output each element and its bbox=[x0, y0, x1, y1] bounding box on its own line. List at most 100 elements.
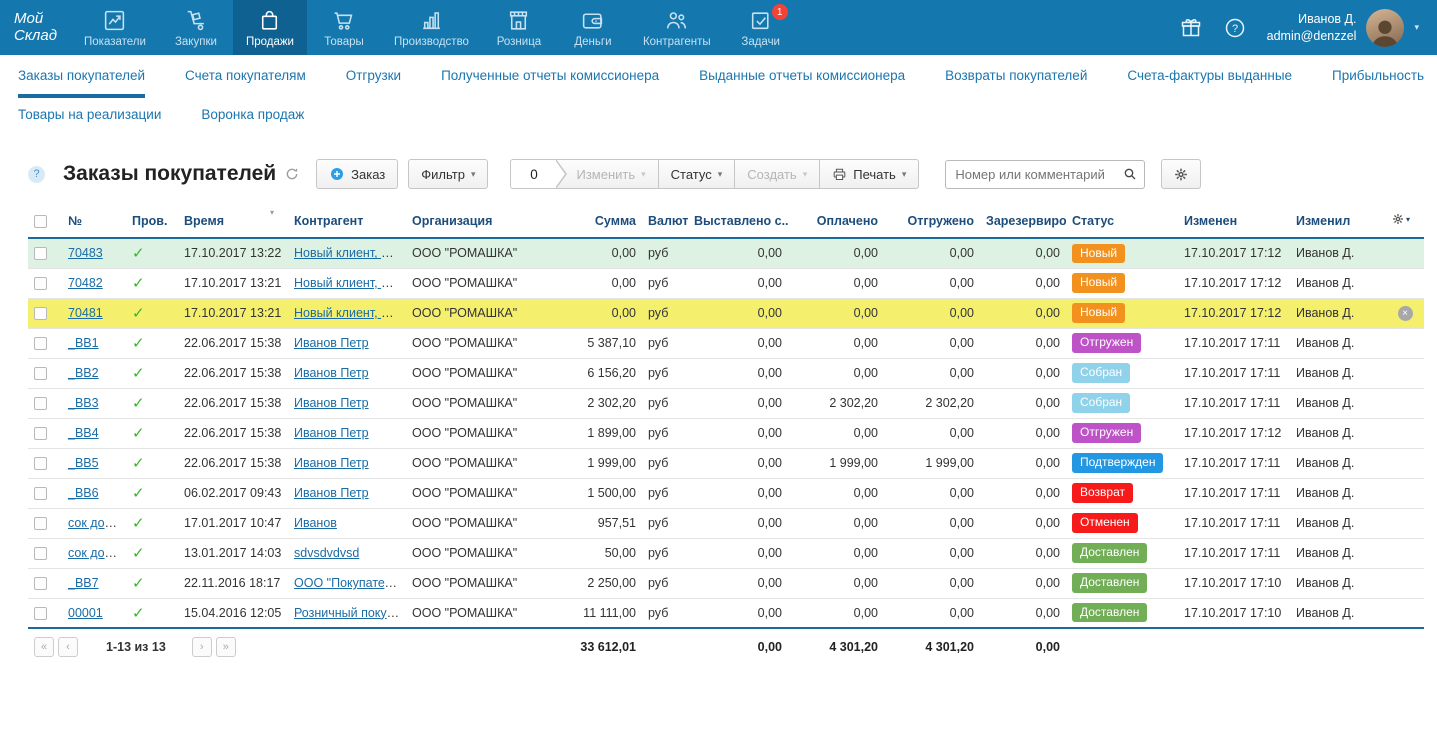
status-badge[interactable]: Отгружен bbox=[1072, 423, 1141, 442]
status-badge[interactable]: Возврат bbox=[1072, 483, 1133, 502]
user-menu[interactable]: Иванов Д. admin@denzzel ▾ bbox=[1267, 9, 1419, 47]
col-paid[interactable]: Оплачено bbox=[788, 207, 884, 238]
nav-item[interactable]: Товары bbox=[307, 0, 381, 55]
counterparty-link[interactable]: Иванов Петр bbox=[294, 396, 369, 410]
status-badge[interactable]: Новый bbox=[1072, 244, 1125, 263]
edit-button[interactable]: Изменить▾ bbox=[555, 159, 658, 189]
print-button[interactable]: Печать▾ bbox=[819, 159, 919, 189]
counterparty-link[interactable]: Новый клиент, источ... bbox=[294, 246, 406, 260]
row-checkbox[interactable] bbox=[34, 517, 47, 530]
col-reserved[interactable]: Зарезервиро... bbox=[980, 207, 1066, 238]
status-badge[interactable]: Отменен bbox=[1072, 513, 1138, 532]
table-row[interactable]: сок добр... ✓ 13.01.2017 14:03 sdvsdvdvs… bbox=[28, 538, 1424, 568]
row-checkbox[interactable] bbox=[34, 607, 47, 620]
avatar[interactable] bbox=[1366, 9, 1404, 47]
nav-item[interactable]: Продажи bbox=[233, 0, 307, 55]
order-number-link[interactable]: 70483 bbox=[68, 246, 103, 260]
page-help-icon[interactable]: ? bbox=[28, 166, 45, 183]
tab[interactable]: Возвраты покупателей bbox=[945, 59, 1087, 98]
counterparty-link[interactable]: Иванов Петр bbox=[294, 456, 369, 470]
status-badge[interactable]: Подтвержден bbox=[1072, 453, 1163, 472]
table-row[interactable]: _ВВ7 ✓ 22.11.2016 18:17 ООО "Покупатель"… bbox=[28, 568, 1424, 598]
table-row[interactable]: 70482 ✓ 17.10.2017 13:21 Новый клиент, и… bbox=[28, 268, 1424, 298]
order-number-link[interactable]: 70482 bbox=[68, 276, 103, 290]
nav-item[interactable]: Производство bbox=[381, 0, 482, 55]
order-number-link[interactable]: _ВВ3 bbox=[68, 396, 99, 410]
tab[interactable]: Выданные отчеты комиссионера bbox=[699, 59, 905, 98]
table-row[interactable]: сок добр... ✓ 17.01.2017 10:47 Иванов ОО… bbox=[28, 508, 1424, 538]
tab[interactable]: Заказы покупателей bbox=[18, 59, 145, 98]
row-checkbox[interactable] bbox=[34, 427, 47, 440]
order-number-link[interactable]: сок добр... bbox=[68, 516, 126, 530]
row-checkbox[interactable] bbox=[34, 547, 47, 560]
col-sum[interactable]: Сумма bbox=[552, 207, 642, 238]
select-all-checkbox[interactable] bbox=[34, 215, 47, 228]
status-badge[interactable]: Доставлен bbox=[1072, 543, 1147, 562]
col-shipped[interactable]: Отгружено bbox=[884, 207, 980, 238]
row-checkbox[interactable] bbox=[34, 247, 47, 260]
status-badge[interactable]: Собран bbox=[1072, 393, 1130, 412]
nav-item[interactable]: Задачи 1 bbox=[724, 0, 798, 55]
search-input[interactable] bbox=[945, 160, 1145, 189]
col-organization[interactable]: Организация bbox=[406, 207, 552, 238]
counterparty-link[interactable]: Иванов bbox=[294, 516, 337, 530]
col-currency[interactable]: Валюта bbox=[642, 207, 688, 238]
nav-item[interactable]: Закупки bbox=[159, 0, 233, 55]
tab[interactable]: Полученные отчеты комиссионера bbox=[441, 59, 659, 98]
nav-item[interactable]: Контрагенты bbox=[630, 0, 724, 55]
order-number-link[interactable]: _ВВ4 bbox=[68, 426, 99, 440]
refresh-icon[interactable] bbox=[284, 166, 300, 182]
table-row[interactable]: _ВВ6 ✓ 06.02.2017 09:43 Иванов Петр ООО … bbox=[28, 478, 1424, 508]
counterparty-link[interactable]: Розничный покупате... bbox=[294, 606, 406, 620]
col-changed[interactable]: Изменен bbox=[1178, 207, 1290, 238]
col-settings[interactable]: ▾ bbox=[1386, 207, 1424, 238]
tab[interactable]: Воронка продаж bbox=[201, 98, 304, 137]
tab[interactable]: Счета-фактуры выданные bbox=[1127, 59, 1292, 98]
table-row[interactable]: _ВВ2 ✓ 22.06.2017 15:38 Иванов Петр ООО … bbox=[28, 358, 1424, 388]
filter-button[interactable]: Фильтр▾ bbox=[408, 159, 488, 189]
status-badge[interactable]: Доставлен bbox=[1072, 603, 1147, 622]
app-logo[interactable]: Мой Склад bbox=[0, 0, 71, 55]
counterparty-link[interactable]: Иванов Петр bbox=[294, 426, 369, 440]
counterparty-link[interactable]: Новый клиент, источ... bbox=[294, 276, 406, 290]
row-checkbox[interactable] bbox=[34, 367, 47, 380]
tab[interactable]: Товары на реализации bbox=[18, 98, 161, 137]
order-number-link[interactable]: _ВВ7 bbox=[68, 576, 99, 590]
search-icon[interactable] bbox=[1122, 166, 1138, 182]
row-checkbox[interactable] bbox=[34, 337, 47, 350]
table-row[interactable]: 00001 ✓ 15.04.2016 12:05 Розничный покуп… bbox=[28, 598, 1424, 628]
order-number-link[interactable]: _ВВ1 bbox=[68, 336, 99, 350]
table-row[interactable]: _ВВ1 ✓ 22.06.2017 15:38 Иванов Петр ООО … bbox=[28, 328, 1424, 358]
order-number-link[interactable]: _ВВ6 bbox=[68, 486, 99, 500]
help-icon[interactable] bbox=[1223, 16, 1247, 40]
table-row[interactable]: 70481 ✓ 17.10.2017 13:21 Новый клиент, и… bbox=[28, 298, 1424, 328]
counterparty-link[interactable]: Иванов Петр bbox=[294, 486, 369, 500]
table-row[interactable]: _ВВ4 ✓ 22.06.2017 15:38 Иванов Петр ООО … bbox=[28, 418, 1424, 448]
counterparty-link[interactable]: Новый клиент, источ... bbox=[294, 306, 406, 320]
col-status[interactable]: Статус bbox=[1066, 207, 1178, 238]
new-order-button[interactable]: Заказ bbox=[316, 159, 398, 189]
col-counterparty[interactable]: Контрагент bbox=[288, 207, 406, 238]
order-number-link[interactable]: 00001 bbox=[68, 606, 103, 620]
tab[interactable]: Счета покупателям bbox=[185, 59, 306, 98]
table-row[interactable]: _ВВ3 ✓ 22.06.2017 15:38 Иванов Петр ООО … bbox=[28, 388, 1424, 418]
row-checkbox[interactable] bbox=[34, 487, 47, 500]
row-checkbox[interactable] bbox=[34, 397, 47, 410]
col-time[interactable]: Время▾ bbox=[178, 207, 288, 238]
settings-button[interactable] bbox=[1161, 159, 1201, 189]
col-number[interactable]: № bbox=[62, 207, 126, 238]
order-number-link[interactable]: сок добр... bbox=[68, 546, 126, 560]
status-button[interactable]: Статус▾ bbox=[658, 159, 736, 189]
pagination-prev-button[interactable]: ‹ bbox=[58, 637, 78, 657]
pagination-next-button[interactable]: › bbox=[192, 637, 212, 657]
col-changed-by[interactable]: Изменил bbox=[1290, 207, 1386, 238]
tab[interactable]: Отгрузки bbox=[346, 59, 401, 98]
nav-item[interactable]: Показатели bbox=[71, 0, 159, 55]
counterparty-link[interactable]: Иванов Петр bbox=[294, 366, 369, 380]
row-checkbox[interactable] bbox=[34, 277, 47, 290]
table-row[interactable]: _ВВ5 ✓ 22.06.2017 15:38 Иванов Петр ООО … bbox=[28, 448, 1424, 478]
row-checkbox[interactable] bbox=[34, 457, 47, 470]
row-checkbox[interactable] bbox=[34, 577, 47, 590]
status-badge[interactable]: Собран bbox=[1072, 363, 1130, 382]
gift-icon[interactable] bbox=[1179, 16, 1203, 40]
